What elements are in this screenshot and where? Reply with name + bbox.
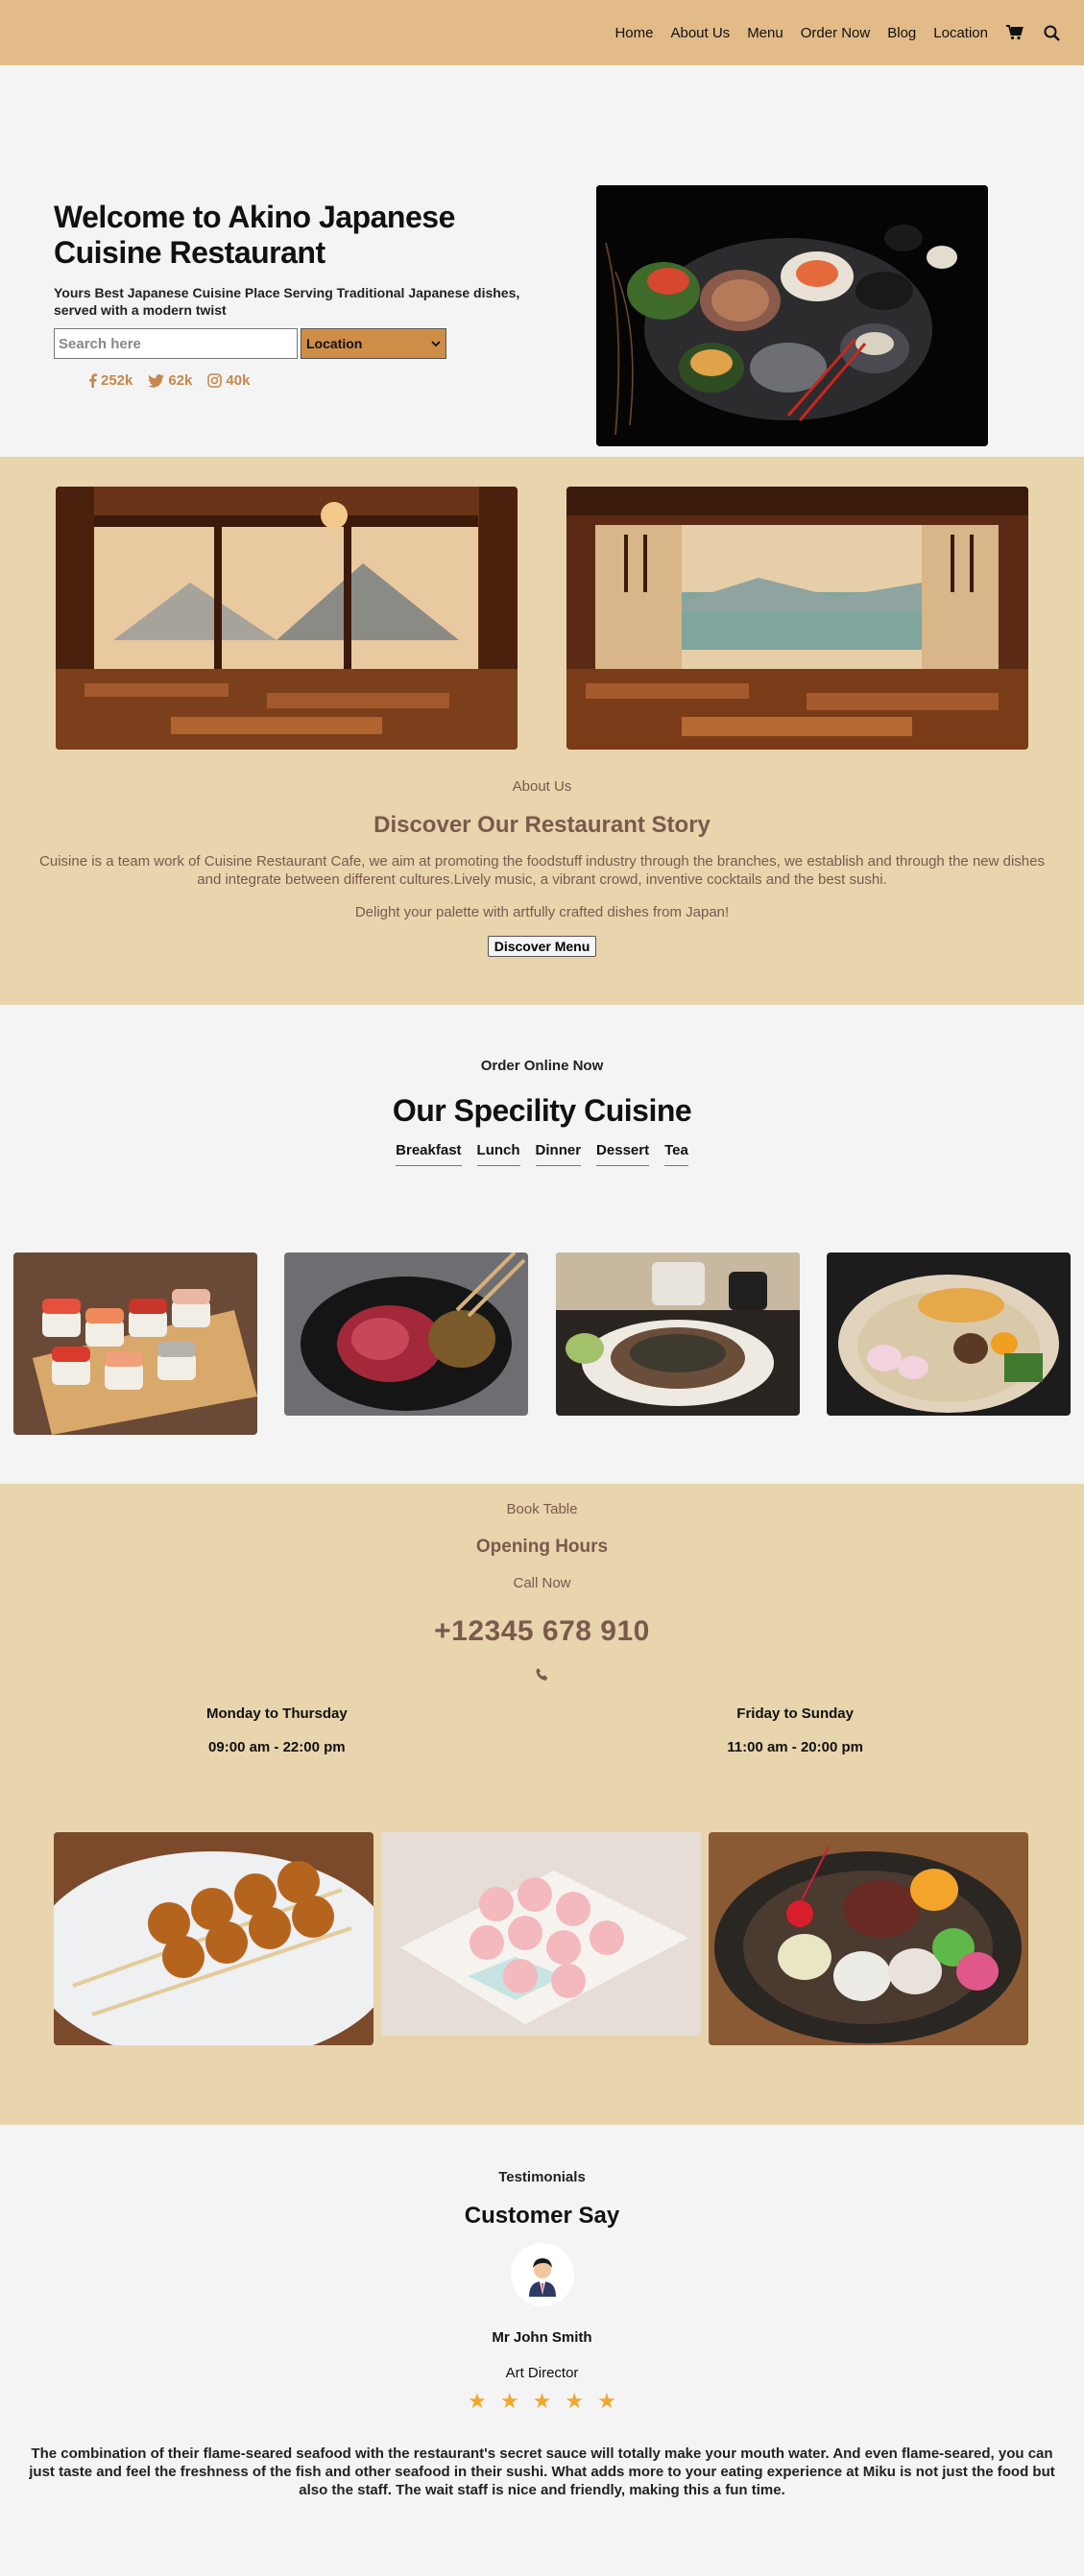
cart-icon[interactable] (1005, 23, 1024, 42)
discover-menu-button[interactable]: Discover Menu (487, 936, 597, 957)
weekday-hours: Monday to Thursday 09:00 am - 22:00 pm (206, 1705, 348, 1755)
about-tagline: Delight your palette with artfully craft… (354, 904, 730, 920)
testimonial-quote: The combination of their flame-seared se… (29, 2445, 1055, 2498)
facebook-count: 252k (101, 372, 133, 389)
dessert-gallery (0, 1832, 1084, 2045)
reviewer-role: Art Director (505, 2365, 579, 2381)
testimonials-eyebrow: Testimonials (498, 2169, 586, 2185)
about-eyebrow: About Us (512, 778, 572, 795)
about-description: Cuisine is a team work of Cuisine Restau… (39, 853, 1045, 888)
twitter-count: 62k (168, 372, 193, 389)
chevron-down-icon (431, 341, 441, 347)
star-icon: ★ (597, 2389, 616, 2413)
search-icon[interactable] (1042, 23, 1061, 42)
opening-hours-section: Book Table Opening Hours Call Now +12345… (0, 1484, 1084, 2125)
nav-location[interactable]: Location (933, 25, 988, 41)
tab-tea[interactable]: Tea (664, 1142, 688, 1166)
opening-hours-title: Opening Hours (475, 1537, 609, 1557)
hero-title: Welcome to Akino Japanese Cuisine Restau… (54, 200, 455, 270)
tab-dessert[interactable]: Dessert (596, 1142, 650, 1166)
soba-image (555, 1252, 800, 1416)
speciality-title: Our Specility Cuisine (392, 1093, 692, 1128)
phone-icon[interactable] (0, 1667, 1084, 1682)
testimonials-title: Customer Say (464, 2203, 620, 2229)
star-icon: ★ (499, 2389, 519, 2413)
hero-subtitle: Yours Best Japanese Cuisine Place Servin… (54, 285, 520, 318)
weekend-hours: Friday to Sunday 11:00 am - 20:00 pm (727, 1705, 863, 1755)
nav-menu[interactable]: Menu (747, 25, 783, 41)
location-select[interactable]: Location (301, 328, 446, 359)
star-icon: ★ (468, 2389, 487, 2413)
book-table-eyebrow: Book Table (506, 1501, 578, 1517)
anmitsu-image (709, 1832, 1028, 2045)
tab-dinner[interactable]: Dinner (535, 1142, 582, 1166)
weekday-label: Monday to Thursday (206, 1705, 348, 1722)
restaurant-interior-image-2 (566, 487, 1028, 750)
instagram-count: 40k (226, 372, 251, 389)
twitter-link[interactable]: 62k (148, 372, 192, 389)
speciality-eyebrow: Order Online Now (480, 1058, 604, 1074)
location-select-value: Location (306, 336, 363, 351)
dango-image (54, 1832, 373, 2045)
hero-food-image (596, 185, 988, 446)
star-rating: ★ ★ ★ ★ ★ (0, 2389, 1084, 2414)
about-title: Discover Our Restaurant Story (373, 812, 711, 838)
avatar (510, 2243, 574, 2306)
hours-columns: Monday to Thursday 09:00 am - 22:00 pm F… (0, 1705, 1084, 1755)
social-counts: 252k 62k 40k (88, 372, 543, 389)
hero-section: Welcome to Akino Japanese Cuisine Restau… (0, 65, 1084, 457)
star-icon: ★ (532, 2389, 552, 2413)
mochi-image (381, 1832, 701, 2036)
restaurant-interior-image-1 (56, 487, 518, 750)
facebook-icon (89, 373, 97, 388)
weekend-label: Friday to Sunday (736, 1705, 854, 1722)
udon-image (826, 1252, 1071, 1416)
weekday-time: 09:00 am - 22:00 pm (208, 1739, 346, 1755)
nav-about-us[interactable]: About Us (670, 25, 730, 41)
speciality-section: Order Online Now Our Specility Cuisine B… (0, 1005, 1084, 1484)
about-images (0, 487, 1084, 750)
reviewer-name: Mr John Smith (492, 2329, 592, 2346)
shabu-shabu-image (284, 1252, 529, 1416)
facebook-link[interactable]: 252k (88, 372, 132, 389)
nav-order-now[interactable]: Order Now (801, 25, 871, 41)
search-input[interactable] (54, 328, 298, 359)
about-section: About Us Discover Our Restaurant Story C… (0, 457, 1084, 1005)
star-icon: ★ (565, 2389, 585, 2413)
dish-gallery (0, 1252, 1084, 1435)
instagram-icon (207, 373, 223, 388)
call-now-label: Call Now (513, 1575, 571, 1591)
nav-blog[interactable]: Blog (887, 25, 916, 41)
twitter-icon (148, 373, 165, 388)
instagram-link[interactable]: 40k (207, 372, 250, 389)
testimonials-section: Testimonials Customer Say Mr John Smith … (0, 2125, 1084, 2576)
nav-home[interactable]: Home (614, 25, 653, 41)
tab-breakfast[interactable]: Breakfast (396, 1142, 462, 1166)
weekend-time: 11:00 am - 20:00 pm (727, 1739, 863, 1755)
menu-tabs: Breakfast Lunch Dinner Dessert Tea (0, 1142, 1084, 1166)
sushi-image (13, 1252, 257, 1435)
top-navbar: Home About Us Menu Order Now Blog Locati… (0, 0, 1084, 65)
phone-number[interactable]: +12345 678 910 (0, 1615, 1084, 1648)
hero-text: Welcome to Akino Japanese Cuisine Restau… (54, 113, 543, 457)
tab-lunch[interactable]: Lunch (476, 1142, 520, 1166)
search-row: Location (54, 328, 543, 359)
